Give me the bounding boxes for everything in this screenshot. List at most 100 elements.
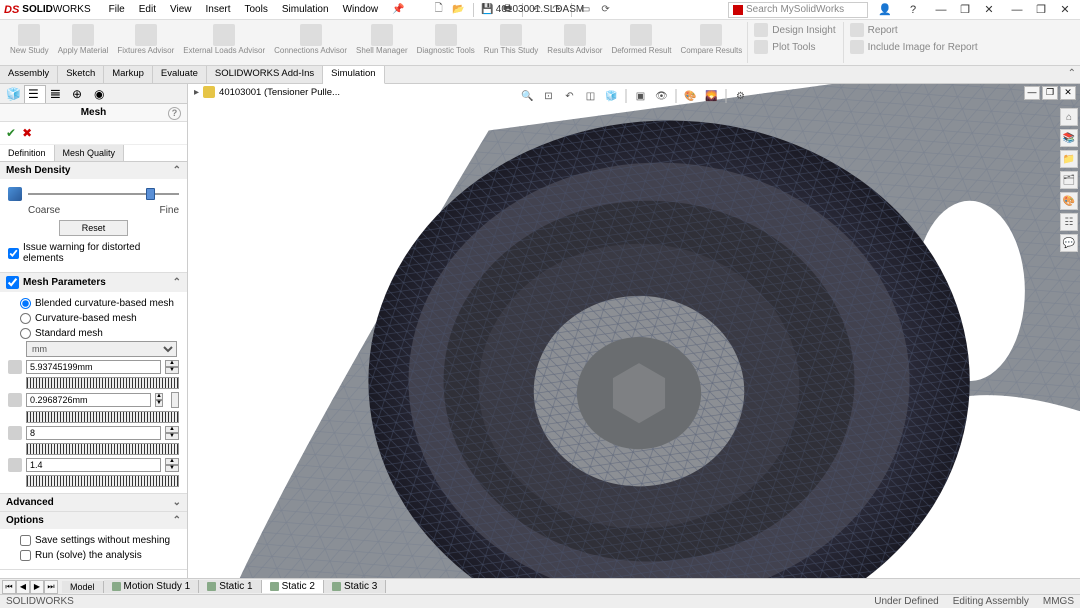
menu-pin-icon[interactable]: 📌 — [386, 2, 410, 17]
view-settings-icon[interactable]: ⚙ — [732, 87, 750, 105]
taskpane-appearances-icon[interactable]: 🎨 — [1060, 192, 1078, 210]
fm-display-icon[interactable]: ◉ — [90, 85, 112, 103]
param-input-4[interactable] — [26, 458, 161, 472]
search-box[interactable]: Search MySolidWorks — [728, 2, 868, 18]
ribbon-include-image[interactable]: Include Image for Report — [850, 39, 978, 55]
ribbon-compare-results[interactable]: Compare Results — [676, 22, 746, 63]
param-input-3[interactable] — [26, 426, 161, 440]
tab-simulation[interactable]: Simulation — [323, 66, 384, 84]
tree-expand-icon[interactable]: ▸ — [194, 87, 199, 98]
slider-thumb[interactable] — [146, 188, 155, 200]
menu-insert[interactable]: Insert — [199, 2, 236, 17]
close-icon[interactable]: ✕ — [978, 2, 1000, 18]
tab-evaluate[interactable]: Evaluate — [153, 66, 207, 83]
ribbon-external-loads[interactable]: External Loads Advisor — [179, 22, 269, 63]
taskpane-library-icon[interactable]: 📚 — [1060, 129, 1078, 147]
ribbon-plot-tools[interactable]: Plot Tools — [754, 39, 835, 55]
spinner-4[interactable]: ▲▼ — [165, 458, 179, 472]
btab-static-2[interactable]: Static 2 — [262, 580, 324, 593]
taskpane-explorer-icon[interactable]: 📁 — [1060, 150, 1078, 168]
display-style-icon[interactable]: ▣ — [632, 87, 650, 105]
viewport[interactable]: ▸ 40103001 (Tensioner Pulle... 🔍 ⊡ ↶ ◫ 🧊… — [188, 84, 1080, 578]
ribbon-apply-material[interactable]: Apply Material — [54, 22, 113, 63]
doc-close-icon[interactable]: ✕ — [1054, 2, 1076, 18]
tab-first-icon[interactable]: ⏮ — [2, 580, 16, 594]
model-view[interactable] — [188, 84, 1080, 578]
fm-tree-icon[interactable]: 🧊 — [2, 85, 24, 103]
subtab-mesh-quality[interactable]: Mesh Quality — [55, 145, 125, 161]
flyout-part-name[interactable]: 40103001 (Tensioner Pulle... — [219, 87, 340, 98]
mesh-params-checkbox[interactable] — [6, 276, 19, 289]
ribbon-collapse-icon[interactable]: ⌃ — [1068, 68, 1076, 79]
minimize-icon[interactable]: — — [930, 2, 952, 18]
cancel-button[interactable]: ✖ — [22, 126, 32, 140]
tab-last-icon[interactable]: ⏭ — [44, 580, 58, 594]
tab-markup[interactable]: Markup — [104, 66, 153, 83]
tab-sketch[interactable]: Sketch — [58, 66, 104, 83]
help-icon[interactable]: ? — [902, 2, 924, 18]
taskpane-view-palette-icon[interactable]: 🗂 — [1060, 171, 1078, 189]
ruler-4[interactable] — [26, 475, 179, 487]
btab-motion-study[interactable]: Motion Study 1 — [104, 580, 200, 593]
qat-save-icon[interactable]: 💾 — [480, 2, 496, 18]
panel-help-icon[interactable]: ? — [168, 107, 181, 120]
ribbon-new-study[interactable]: New Study — [6, 22, 53, 63]
ribbon-report[interactable]: Report — [850, 22, 978, 38]
vp-close-icon[interactable]: ✕ — [1060, 86, 1076, 100]
prev-view-icon[interactable]: ↶ — [561, 87, 579, 105]
btab-static-1[interactable]: Static 1 — [199, 580, 261, 593]
menu-tools[interactable]: Tools — [239, 2, 274, 17]
zoom-area-icon[interactable]: ⊡ — [540, 87, 558, 105]
menu-file[interactable]: File — [103, 2, 131, 17]
taskpane-forum-icon[interactable]: 💬 — [1060, 234, 1078, 252]
flyout-tree[interactable]: ▸ 40103001 (Tensioner Pulle... — [194, 86, 340, 98]
spinner-1[interactable]: ▲▼ — [165, 360, 179, 374]
tab-next-icon[interactable]: ▶ — [30, 580, 44, 594]
hide-show-icon[interactable]: 👁 — [653, 87, 671, 105]
menu-view[interactable]: View — [164, 2, 198, 17]
scene-icon[interactable]: 🌄 — [703, 87, 721, 105]
section-hdr-options[interactable]: Options ⌃ — [0, 512, 187, 529]
ruler-2[interactable] — [26, 411, 179, 423]
appearance-icon[interactable]: 🎨 — [682, 87, 700, 105]
btab-model[interactable]: Model — [62, 581, 104, 593]
link-values-icon[interactable] — [171, 392, 179, 408]
radio-blended[interactable]: Blended curvature-based mesh — [8, 296, 179, 311]
unit-select[interactable]: mm — [26, 341, 177, 357]
status-units[interactable]: MMGS — [1043, 596, 1074, 607]
param-input-2[interactable] — [26, 393, 151, 407]
mesh-density-slider[interactable] — [8, 187, 179, 201]
restore-icon[interactable]: ❐ — [954, 2, 976, 18]
reset-button[interactable]: Reset — [59, 220, 129, 236]
doc-restore-icon[interactable]: ❐ — [1030, 2, 1052, 18]
ribbon-fixtures[interactable]: Fixtures Advisor — [113, 22, 178, 63]
btab-static-3[interactable]: Static 3 — [324, 580, 386, 593]
save-settings-checkbox[interactable]: Save settings without meshing — [8, 533, 179, 548]
tab-assembly[interactable]: Assembly — [0, 66, 58, 83]
taskpane-resources-icon[interactable]: ⌂ — [1060, 108, 1078, 126]
ribbon-shell-manager[interactable]: Shell Manager — [352, 22, 412, 63]
menu-edit[interactable]: Edit — [133, 2, 162, 17]
ribbon-results-advisor[interactable]: Results Advisor — [543, 22, 606, 63]
login-icon[interactable]: 👤 — [874, 2, 896, 18]
radio-curvature[interactable]: Curvature-based mesh — [8, 311, 179, 326]
qat-open-icon[interactable]: 📂 — [451, 2, 467, 18]
qat-rebuild-icon[interactable]: ⟳ — [598, 2, 614, 18]
menu-simulation[interactable]: Simulation — [276, 2, 335, 17]
taskpane-properties-icon[interactable]: ☷ — [1060, 213, 1078, 231]
qat-new-icon[interactable]: 🗋 — [431, 2, 447, 18]
slider-track[interactable] — [28, 187, 179, 201]
tab-prev-icon[interactable]: ◀ — [16, 580, 30, 594]
zoom-fit-icon[interactable]: 🔍 — [519, 87, 537, 105]
param-input-1[interactable] — [26, 360, 161, 374]
ribbon-connections[interactable]: Connections Advisor — [270, 22, 351, 63]
ribbon-design-insight[interactable]: Design Insight — [754, 22, 835, 38]
vp-minimize-icon[interactable]: — — [1024, 86, 1040, 100]
vp-restore-icon[interactable]: ❐ — [1042, 86, 1058, 100]
section-hdr-advanced[interactable]: Advanced ⌄ — [0, 494, 187, 511]
view-orientation-icon[interactable]: 🧊 — [603, 87, 621, 105]
warning-checkbox[interactable]: Issue warning for distorted elements — [8, 240, 179, 266]
spinner-3[interactable]: ▲▼ — [165, 426, 179, 440]
tab-addins[interactable]: SOLIDWORKS Add-Ins — [207, 66, 323, 83]
ribbon-deformed-result[interactable]: Deformed Result — [607, 22, 675, 63]
